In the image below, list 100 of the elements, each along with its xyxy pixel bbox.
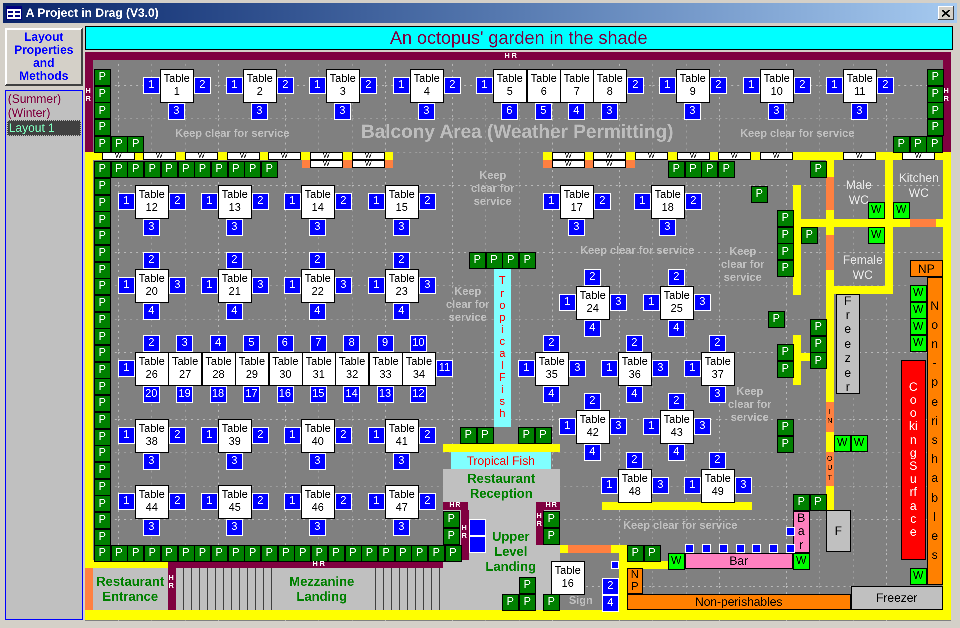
seat[interactable]: 2 [710, 77, 727, 94]
layout-item[interactable]: (Summer) [7, 92, 81, 106]
dining-table[interactable]: Table 43 [660, 410, 694, 444]
dining-table[interactable]: Table 20 [135, 269, 169, 303]
seat[interactable]: 1 [118, 493, 135, 510]
seat[interactable]: 4 [393, 303, 410, 320]
seat[interactable]: 4 [309, 303, 326, 320]
seat[interactable]: 2 [709, 452, 726, 469]
seat[interactable]: 3 [568, 219, 585, 236]
seat[interactable]: 3 [252, 277, 269, 294]
seat[interactable]: 14 [343, 386, 360, 403]
dining-table[interactable]: Table 48 [618, 469, 652, 503]
seat[interactable]: 2 [252, 493, 269, 510]
seat[interactable]: 1 [201, 277, 218, 294]
dining-table[interactable]: Table 1 [160, 69, 194, 103]
seat[interactable]: 3 [176, 335, 194, 352]
seat[interactable]: 7 [310, 335, 327, 352]
seat[interactable]: 2 [277, 77, 294, 94]
seat[interactable]: 2 [393, 252, 410, 269]
dining-table[interactable]: Table 12 [135, 185, 169, 219]
seat[interactable]: 2 [335, 427, 352, 444]
dining-table[interactable]: Table 38 [135, 419, 169, 453]
seat[interactable]: 1 [684, 360, 701, 377]
seat[interactable]: 3 [418, 103, 435, 120]
seat[interactable]: 1 [559, 418, 576, 435]
seat[interactable]: 3 [601, 103, 618, 120]
seat[interactable]: 2 [626, 335, 643, 352]
seat[interactable]: 2 [143, 252, 160, 269]
dining-table[interactable]: Table 17 [560, 185, 594, 219]
seat[interactable]: 3 [393, 453, 410, 470]
seat[interactable]: 5 [535, 103, 552, 120]
seat[interactable]: 15 [310, 386, 327, 403]
seat[interactable]: 6 [276, 335, 294, 352]
seat[interactable]: 20 [143, 386, 160, 403]
seat[interactable]: 3 [851, 103, 868, 120]
dining-table[interactable]: Table 25 [660, 286, 694, 320]
seat[interactable]: 3 [309, 453, 326, 470]
seat[interactable]: 1 [118, 427, 135, 444]
seat[interactable]: 1 [543, 193, 560, 210]
seat[interactable]: 4 [568, 103, 585, 120]
seat[interactable]: 1 [226, 77, 243, 94]
seat[interactable]: 1 [143, 77, 160, 94]
seat[interactable]: 3 [143, 453, 160, 470]
seat[interactable]: 3 [768, 103, 785, 120]
seat[interactable]: 3 [393, 519, 410, 536]
seat[interactable]: 1 [659, 77, 676, 94]
seat[interactable]: 3 [694, 418, 711, 435]
seat[interactable]: 4 [626, 386, 643, 403]
seat[interactable]: 4 [602, 595, 619, 612]
seat[interactable]: 2 [169, 193, 186, 210]
seat[interactable]: 3 [251, 103, 268, 120]
seat[interactable]: 17 [243, 386, 260, 403]
dining-table[interactable]: Table 2 [243, 69, 277, 103]
dining-table[interactable]: Table 16 [551, 561, 585, 595]
seat[interactable]: 16 [276, 386, 294, 403]
dining-table[interactable]: Table 22 [301, 269, 335, 303]
seat[interactable]: 2 [309, 252, 326, 269]
seat[interactable]: 2 [794, 77, 811, 94]
seat[interactable]: 1 [284, 277, 301, 294]
seat[interactable]: 5 [243, 335, 260, 352]
seat[interactable]: 3 [335, 277, 352, 294]
seat[interactable]: 3 [226, 519, 243, 536]
seat[interactable]: 2 [419, 427, 436, 444]
layout-properties-button[interactable]: Layout Properties and Methods [5, 28, 83, 86]
seat[interactable]: 4 [668, 444, 685, 461]
seat[interactable]: 1 [284, 427, 301, 444]
dining-table[interactable]: Table 34 [402, 352, 436, 386]
seat[interactable]: 1 [368, 277, 385, 294]
seat[interactable]: 11 [436, 360, 454, 377]
dining-table[interactable]: Table 31 [302, 352, 336, 386]
seat[interactable]: 4 [668, 320, 685, 337]
seat[interactable]: 4 [226, 303, 243, 320]
seat[interactable]: 3 [309, 219, 326, 236]
seat[interactable]: 4 [210, 335, 227, 352]
seat[interactable]: 2 [169, 493, 186, 510]
seat[interactable]: 8 [343, 335, 360, 352]
layout-item[interactable]: Layout 1 [7, 120, 81, 136]
seat[interactable]: 1 [201, 493, 218, 510]
seat[interactable]: 3 [393, 219, 410, 236]
seat[interactable]: 12 [410, 386, 428, 403]
seat[interactable]: 1 [393, 77, 410, 94]
dining-table[interactable]: Table 49 [701, 469, 735, 503]
dining-table[interactable]: Table 6 [527, 69, 561, 103]
seat[interactable]: 1 [684, 477, 701, 494]
seat[interactable]: 2 [602, 578, 619, 595]
seat[interactable]: 2 [668, 393, 685, 410]
dining-table[interactable]: Table 40 [301, 419, 335, 453]
seat[interactable]: 3 [610, 418, 627, 435]
dining-table[interactable]: Table 18 [651, 185, 685, 219]
seat[interactable]: 1 [601, 477, 618, 494]
dining-table[interactable]: Table 29 [235, 352, 270, 386]
dining-table[interactable]: Table 42 [576, 410, 610, 444]
seat[interactable]: 2 [252, 427, 269, 444]
seat[interactable]: 2 [626, 452, 643, 469]
seat[interactable]: 1 [559, 294, 576, 311]
seat[interactable]: 2 [419, 193, 436, 210]
dining-table[interactable]: Table 21 [218, 269, 252, 303]
seat[interactable]: 1 [368, 493, 385, 510]
seat[interactable]: 3 [652, 477, 669, 494]
seat[interactable]: 3 [569, 360, 586, 377]
